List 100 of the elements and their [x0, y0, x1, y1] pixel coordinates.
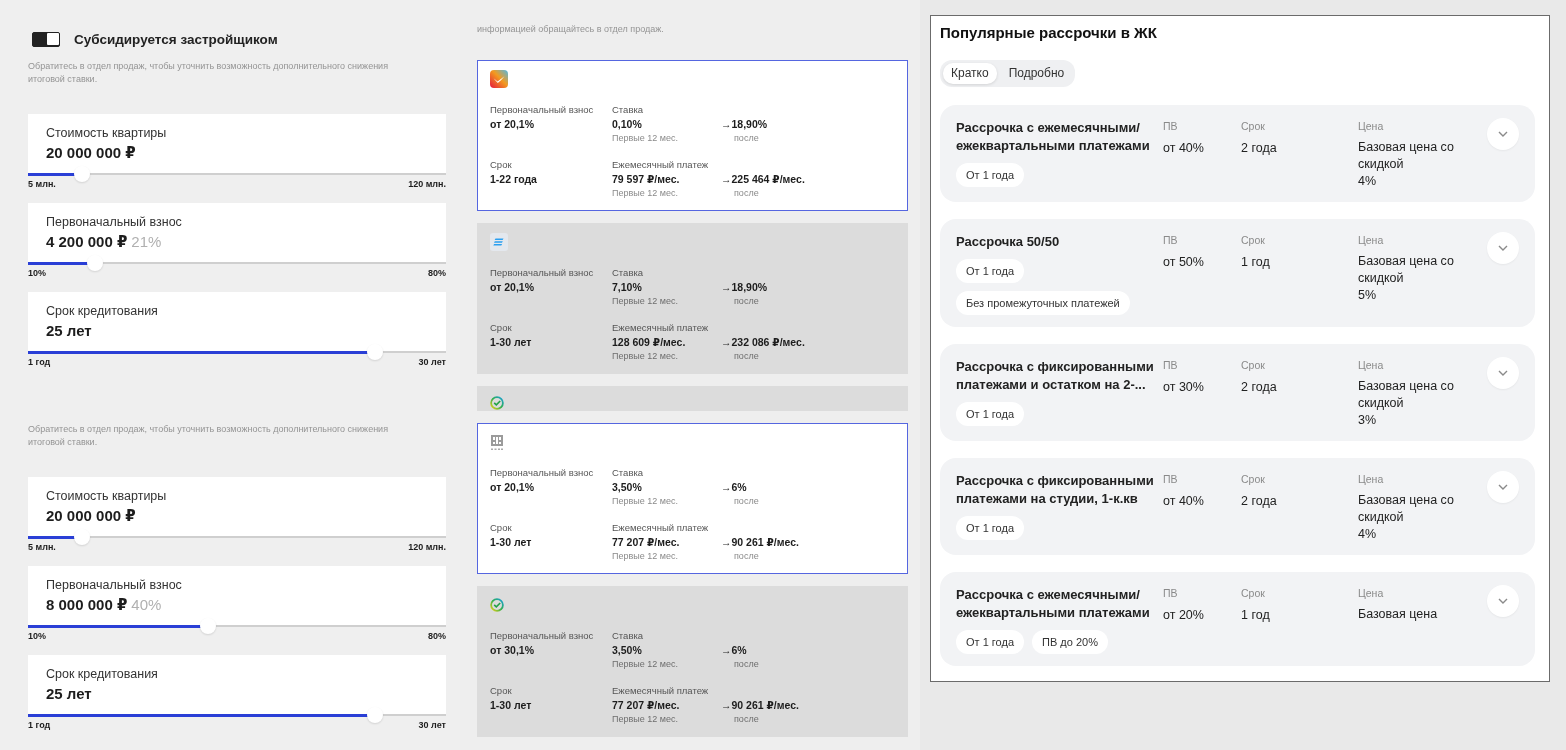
- column-label: Цена: [1358, 586, 1385, 600]
- column-value: от 40%: [1163, 140, 1205, 157]
- offer-field-label: Срок: [490, 684, 513, 698]
- slider-max-label: 30 лет: [418, 357, 446, 368]
- slider-label: Первоначальный взнос: [46, 577, 183, 593]
- sales-note: Обратитесь в отдел продаж, чтобы уточнить возможность дополнительного снижения итоговой ставки.: [28, 423, 389, 449]
- offer-field-value: 1-22 года: [490, 172, 538, 186]
- offer-field-note: Первые 12 мес.: [612, 132, 679, 145]
- offer-field-value: 0,10%: [612, 117, 643, 131]
- slider-track[interactable]: [28, 707, 446, 723]
- condition-tag: От 1 года: [956, 516, 1024, 540]
- slider-max-label: 30 лет: [418, 720, 446, 731]
- offer-field-value: 77 207 ₽/мес.: [612, 535, 681, 549]
- offer-card[interactable]: Первоначальный взнос от 20,1% Ставка 3,50% Первые 12 мес. →6% после Срок 1-30 лет Ежемесячный платеж 77 207 ₽/мес. Первые 12 мес. →90 261 ₽/мес. после: [477, 423, 908, 574]
- panel-title: Популярные рассрочки в ЖК: [940, 23, 1158, 43]
- view-tab[interactable]: Кратко: [943, 63, 997, 84]
- chevron-down-icon: [1498, 370, 1508, 376]
- offer-field-value: →6%: [721, 480, 748, 494]
- offer-field-value: →225 464 ₽/мес.: [721, 172, 806, 186]
- chevron-down-icon: [1498, 131, 1508, 137]
- column-value: 2 года: [1241, 379, 1278, 396]
- tick-circle-icon: [490, 396, 504, 410]
- offer-field-value: 1-30 лет: [490, 335, 533, 349]
- share-percent: 40%: [131, 595, 162, 615]
- condition-tag: От 1 года: [956, 402, 1024, 426]
- slider-min-label: 1 год: [28, 720, 51, 731]
- slider-value: 20 000 000 ₽: [46, 143, 136, 163]
- expand-button[interactable]: [1487, 232, 1519, 264]
- slider-track[interactable]: [28, 166, 446, 182]
- offer-field-value: от 20,1%: [490, 480, 535, 494]
- offer-field-value: →90 261 ₽/мес.: [721, 535, 800, 549]
- column-label: ПВ: [1163, 119, 1179, 133]
- column-label: Срок: [1241, 358, 1266, 372]
- sales-note: Обратитесь в отдел продаж, чтобы уточнить возможность дополнительного снижения итоговой ставки.: [28, 60, 389, 86]
- slider-label: Стоимость квартиры: [46, 125, 168, 141]
- discount-text: 4%: [1358, 526, 1378, 543]
- offer-field-value: →90 261 ₽/мес.: [721, 698, 800, 712]
- price-text: Базовая цена со скидкой: [1358, 139, 1455, 173]
- offer-field-note: Первые 12 мес.: [612, 187, 679, 200]
- offer-field-label: Ежемесячный платеж: [612, 684, 710, 698]
- chevron-down-icon: [1498, 598, 1508, 604]
- view-tab[interactable]: Подробно: [1000, 63, 1073, 84]
- expand-button[interactable]: [1487, 118, 1519, 150]
- slider-value: 25 лет: [46, 321, 92, 341]
- column-label: Цена: [1358, 233, 1385, 247]
- installment-title: Рассрочка с ежемесячными/ежеквартальными платежами: [956, 586, 1151, 622]
- condition-tag: От 1 года: [956, 163, 1024, 187]
- column-label: Цена: [1358, 472, 1385, 486]
- tick-circle-icon: [490, 598, 504, 612]
- price-text: Базовая цена: [1358, 606, 1439, 623]
- slider-min-label: 5 млн.: [28, 179, 56, 190]
- slider-track[interactable]: [28, 344, 446, 360]
- expand-button[interactable]: [1487, 357, 1519, 389]
- offer-field-label: Ставка: [612, 466, 645, 480]
- condition-tag: От 1 года: [956, 259, 1024, 283]
- offer-field-note: после: [733, 132, 760, 145]
- installment-title: Рассрочка с фиксированными платежами и остатком на 2-...: [956, 358, 1155, 394]
- offer-field-label: Ежемесячный платеж: [612, 321, 710, 335]
- offer-card[interactable]: [477, 386, 908, 411]
- offer-field-value: 3,50%: [612, 480, 643, 494]
- column-label: Срок: [1241, 233, 1266, 247]
- offer-field-value: →18,90%: [721, 117, 769, 131]
- offer-field-note: после: [733, 295, 760, 308]
- offer-field-label: Ежемесячный платеж: [612, 158, 710, 172]
- column-value: от 30%: [1163, 379, 1205, 396]
- offer-card[interactable]: Первоначальный взнос от 30,1% Ставка 3,50% Первые 12 мес. →6% после Срок 1-30 лет Ежемесячный платеж 77 207 ₽/мес. Первые 12 мес. →90 261 ₽/мес. после: [477, 586, 908, 737]
- slider-thumb[interactable]: [74, 529, 91, 545]
- chevron-down-icon: [1498, 484, 1508, 490]
- offer-field-value: 128 609 ₽/мес.: [612, 335, 687, 349]
- slider-value: 8 000 000 ₽: [46, 595, 128, 615]
- offer-field-value: 77 207 ₽/мес.: [612, 698, 681, 712]
- offer-field-note: Первые 12 мес.: [612, 713, 679, 726]
- slider-max-label: 80%: [428, 268, 446, 279]
- slider-label: Срок кредитования: [46, 666, 159, 682]
- slider-value: 4 200 000 ₽: [46, 232, 128, 252]
- offer-card[interactable]: Первоначальный взнос от 20,1% Ставка 7,10% Первые 12 мес. →18,90% после Срок 1-30 лет Ежемесячный платеж 128 609 ₽/мес. Первые 12 мес. →232 086 ₽/мес. после: [477, 223, 908, 374]
- slider-max-label: 120 млн.: [408, 542, 446, 553]
- offer-field-note: после: [733, 187, 760, 200]
- offer-card[interactable]: Первоначальный взнос от 20,1% Ставка 0,10% Первые 12 мес. →18,90% после Срок 1-22 года Ежемесячный платеж 79 597 ₽/мес. Первые 12 мес. →225 464 ₽/мес. после: [477, 60, 908, 211]
- column-value: от 20%: [1163, 607, 1205, 624]
- column-label: ПВ: [1163, 358, 1179, 372]
- offer-field-label: Ставка: [612, 266, 645, 280]
- slider-thumb[interactable]: [74, 166, 91, 182]
- slider-track[interactable]: [28, 255, 446, 271]
- share-percent: 21%: [131, 232, 162, 252]
- toggle-switch[interactable]: [32, 31, 60, 47]
- slider-track[interactable]: [28, 618, 446, 634]
- column-label: ПВ: [1163, 586, 1179, 600]
- offer-field-value: 3,50%: [612, 643, 643, 657]
- toggle-label: Субсидируется застройщиком: [74, 31, 278, 47]
- offer-field-value: →6%: [721, 643, 748, 657]
- expand-button[interactable]: [1487, 585, 1519, 617]
- slider-min-label: 1 год: [28, 357, 51, 368]
- slider-track[interactable]: [28, 529, 446, 545]
- slider-value: 25 лет: [46, 684, 92, 704]
- expand-button[interactable]: [1487, 471, 1519, 503]
- slider-max-label: 120 млн.: [408, 179, 446, 190]
- column-label: ПВ: [1163, 472, 1179, 486]
- offer-field-label: Ежемесячный платеж: [612, 521, 710, 535]
- offer-field-value: 79 597 ₽/мес.: [612, 172, 681, 186]
